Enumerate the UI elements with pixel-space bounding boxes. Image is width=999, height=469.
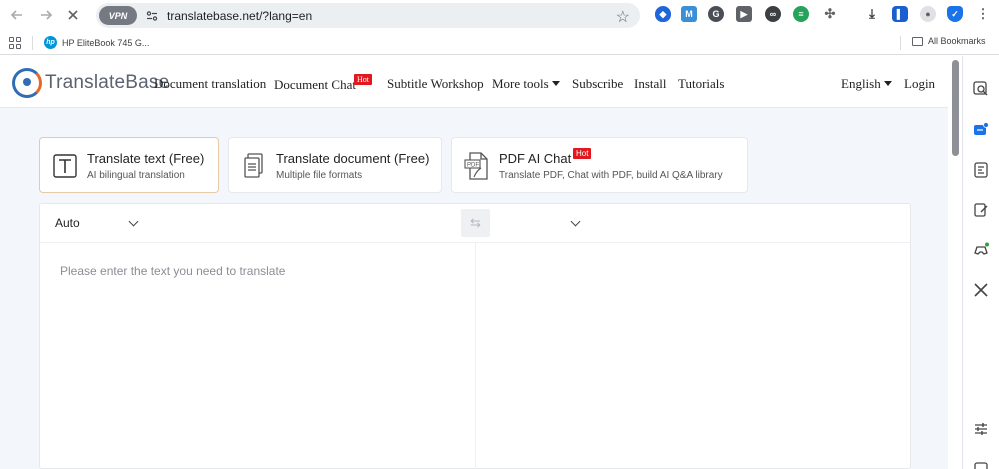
address-bar[interactable]: VPN translatebase.net/?lang=en ☆ <box>96 3 640 28</box>
customize-sliders-icon[interactable] <box>973 421 989 437</box>
bookmarks-divider-right <box>900 36 901 50</box>
edit-notes-icon[interactable] <box>973 202 989 218</box>
mode-translate-text[interactable]: Translate text (Free) AI bilingual trans… <box>39 137 219 193</box>
video-extension-icon[interactable]: ▶ <box>736 6 752 22</box>
bookmark-label: HP EliteBook 745 G... <box>62 37 150 48</box>
hot-badge: Hot <box>354 74 372 85</box>
chat-assistant-icon[interactable] <box>973 122 989 138</box>
bookmark-hp-elitebook[interactable]: hp HP EliteBook 745 G... <box>44 36 149 49</box>
nav-login[interactable]: Login <box>904 76 935 92</box>
nav-document-chat[interactable]: Document Chat <box>274 77 356 93</box>
bookmarks-divider <box>32 36 33 50</box>
back-icon[interactable] <box>6 4 28 26</box>
language-selector[interactable]: English <box>841 76 892 92</box>
site-info-icon[interactable] <box>145 9 159 23</box>
site-header: TranslateBase Document translation Docum… <box>0 56 962 108</box>
hp-logo-icon: hp <box>44 36 57 49</box>
bookmark-star-icon[interactable]: ☆ <box>616 7 630 27</box>
folder-icon <box>912 36 923 46</box>
extensions-puzzle-icon[interactable]: ✣ <box>822 6 838 22</box>
download-icon[interactable]: ⤓ <box>864 6 880 22</box>
apps-grid-icon[interactable] <box>9 37 21 49</box>
hot-badge: Hot <box>573 148 592 159</box>
logo-text: TranslateBase <box>45 72 170 93</box>
chevron-down-icon <box>128 216 139 227</box>
text-t-icon <box>52 152 78 180</box>
mode-pdf-ai-chat[interactable]: PDF PDF AI Chat Hot Translate PDF, Chat … <box>451 137 748 193</box>
source-language-label: Auto <box>55 216 80 230</box>
all-bookmarks-label: All Bookmarks <box>928 36 986 46</box>
vpn-badge[interactable]: VPN <box>99 6 137 25</box>
mode-subtitle: Multiple file formats <box>276 170 363 181</box>
scrollbar-thumb[interactable] <box>952 60 959 156</box>
url-text: translatebase.net/?lang=en <box>167 8 313 23</box>
caret-down-icon <box>883 81 892 86</box>
svg-text:PDF: PDF <box>467 163 479 169</box>
document-icon <box>241 152 267 180</box>
nav-tutorials[interactable]: Tutorials <box>678 76 724 92</box>
source-text-input[interactable]: Please enter the text you need to transl… <box>40 244 475 469</box>
more-tools-label: More tools <box>492 76 549 91</box>
forward-icon[interactable] <box>35 4 57 26</box>
mode-translate-document[interactable]: Translate document (Free) Multiple file … <box>228 137 442 193</box>
source-language-select[interactable]: Auto <box>40 204 160 243</box>
nav-install[interactable]: Install <box>634 76 667 92</box>
language-label: English <box>841 76 881 91</box>
grammar-extension-icon[interactable]: ≡ <box>793 6 809 22</box>
source-text-placeholder: Please enter the text you need to transl… <box>60 264 286 278</box>
mail-extension-icon[interactable]: M <box>681 6 697 22</box>
profile-avatar-icon[interactable]: ● <box>920 6 936 22</box>
bookmarks-bar: hp HP EliteBook 745 G... All Bookmarks <box>0 31 999 55</box>
browser-menu-icon[interactable]: ⋮ <box>975 6 991 22</box>
swap-languages-button[interactable]: ⇆ <box>461 209 490 237</box>
nav-subtitle-workshop[interactable]: Subtitle Workshop <box>387 76 484 92</box>
mode-title: Translate text (Free) <box>87 151 205 166</box>
mode-title: PDF AI Chat <box>499 151 572 166</box>
chevron-down-icon <box>570 216 581 227</box>
pdf-icon: PDF <box>464 152 490 180</box>
browser-toolbar: VPN translatebase.net/?lang=en ☆ ◆ M G ▶… <box>0 0 999 31</box>
target-language-select[interactable] <box>495 204 595 243</box>
shield-extension-icon[interactable]: ◆ <box>655 6 671 22</box>
language-bar: Auto ⇆ <box>40 204 910 243</box>
link-extension-icon[interactable]: ∞ <box>765 6 781 22</box>
caret-down-icon <box>551 81 560 86</box>
mode-subtitle: Translate PDF, Chat with PDF, build AI Q… <box>499 170 723 181</box>
mode-title: Translate document (Free) <box>276 151 430 166</box>
browser-side-panel <box>962 56 999 469</box>
search-panel-icon[interactable] <box>973 81 989 97</box>
side-panel-icon[interactable]: ▌ <box>892 6 908 22</box>
site-logo[interactable]: TranslateBase <box>12 68 169 98</box>
nav-more-tools[interactable]: More tools <box>492 76 560 92</box>
side-panel-settings-icon[interactable] <box>973 458 989 469</box>
translation-output <box>476 244 910 469</box>
nav-document-translation[interactable]: Document translation <box>154 76 266 92</box>
all-bookmarks-button[interactable]: All Bookmarks <box>912 36 986 46</box>
tools-panel-icon[interactable] <box>973 282 989 298</box>
security-shield-icon[interactable]: ✓ <box>947 6 963 22</box>
translator-panel: Auto ⇆ Please enter the text you need to… <box>39 203 911 469</box>
notes-panel-icon[interactable] <box>973 162 989 178</box>
translatebase-logo-icon <box>12 68 42 98</box>
translate-extension-icon[interactable]: G <box>708 6 724 22</box>
swap-arrows-icon: ⇆ <box>470 215 481 230</box>
games-panel-icon[interactable] <box>973 242 989 258</box>
mode-subtitle: AI bilingual translation <box>87 170 185 181</box>
stop-loading-icon[interactable] <box>62 4 84 26</box>
nav-subscribe[interactable]: Subscribe <box>572 76 623 92</box>
